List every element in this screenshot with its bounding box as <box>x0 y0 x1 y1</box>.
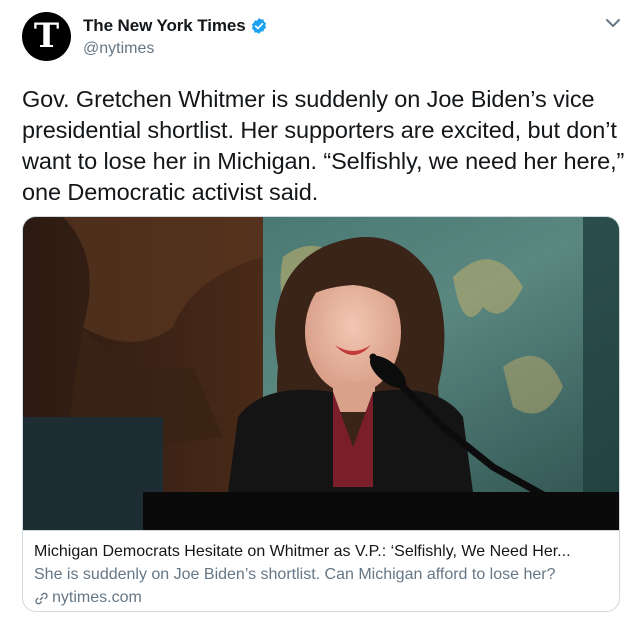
card-body[interactable]: Michigan Democrats Hesitate on Whitmer a… <box>23 530 619 611</box>
more-options-button[interactable] <box>600 12 626 34</box>
link-icon <box>35 592 48 604</box>
card-image[interactable] <box>23 217 619 530</box>
nyt-logo-icon: T <box>33 15 60 56</box>
tweet-text: Gov. Gretchen Whitmer is suddenly on Joe… <box>22 86 625 205</box>
link-card[interactable]: Michigan Democrats Hesitate on Whitmer a… <box>22 216 620 612</box>
author-info: The New York Times @nytimes <box>83 14 268 58</box>
tweet: T The New York Times @nytimes Gov. Gretc… <box>0 0 640 619</box>
verified-badge-icon <box>251 18 266 34</box>
chevron-down-icon <box>606 19 620 27</box>
card-domain[interactable]: nytimes.com <box>52 589 142 607</box>
author-name[interactable]: The New York Times <box>83 16 246 36</box>
card-domain-row[interactable]: nytimes.com <box>34 589 142 607</box>
avatar[interactable]: T <box>22 12 71 61</box>
card-title[interactable]: Michigan Democrats Hesitate on Whitmer a… <box>34 543 614 561</box>
card-description: She is suddenly on Joe Biden’s shortlist… <box>34 566 556 583</box>
author-handle[interactable]: @nytimes <box>83 40 268 58</box>
author-name-row: The New York Times <box>83 14 268 38</box>
